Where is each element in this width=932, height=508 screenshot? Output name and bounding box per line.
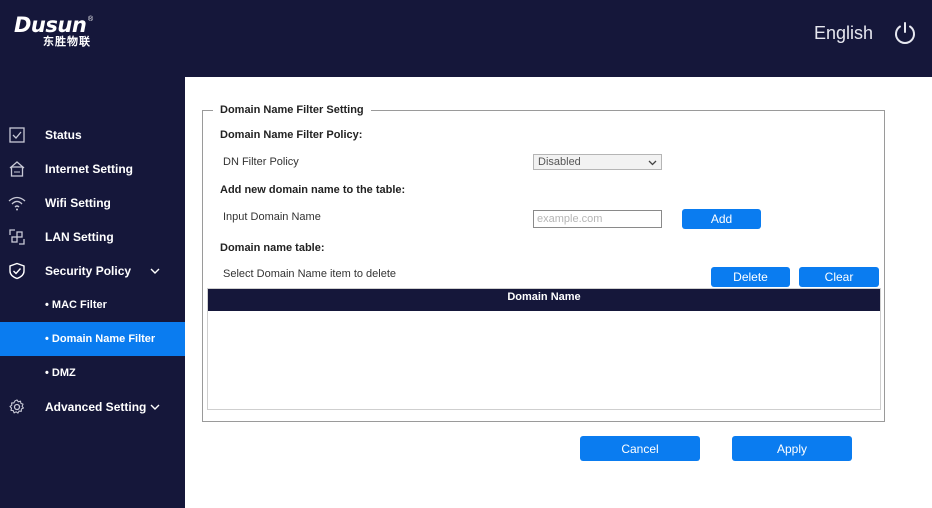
sidebar-item-security-policy[interactable]: Security Policy [0,254,185,288]
home-network-icon [9,161,25,177]
sidebar-subitem-mac-filter[interactable]: • MAC Filter [0,288,185,322]
wifi-icon [8,196,26,211]
sidebar-subitem-label: • MAC Filter [45,299,107,311]
sidebar-item-label: Wifi Setting [45,196,111,210]
sidebar-item-status[interactable]: Status [0,118,185,152]
sidebar-item-advanced-setting[interactable]: Advanced Setting [0,390,185,424]
policy-label: DN Filter Policy [223,156,299,168]
sidebar-item-label: Internet Setting [45,162,134,176]
select-value: Disabled [538,156,581,168]
chevron-down-icon [150,404,160,410]
apply-button[interactable]: Apply [732,436,852,461]
dn-filter-policy-select[interactable]: Disabled [533,154,662,170]
gear-icon [9,399,24,414]
sidebar-subitem-label: • Domain Name Filter [45,333,156,345]
sidebar-item-internet-setting[interactable]: Internet Setting [0,152,185,186]
table-header-domain-name: Domain Name [208,289,880,311]
chevron-down-icon [150,268,160,274]
brand-registered-mark: ® [88,16,94,23]
policy-section-title: Domain Name Filter Policy: [220,129,363,141]
sidebar-item-lan-setting[interactable]: LAN Setting [0,220,185,254]
sidebar-subitem-dmz[interactable]: • DMZ [0,356,185,390]
shield-check-icon [9,262,25,280]
sidebar-item-label: Advanced Setting [45,400,147,414]
sidebar-subitem-domain-name-filter[interactable]: • Domain Name Filter [0,322,185,356]
sidebar-item-label: Security Policy [45,264,132,278]
brand-logo: Dusun ® 东胜物联 [14,13,94,49]
brand-name: Dusun [14,13,87,37]
language-selector[interactable]: English [814,23,873,44]
sidebar: Status Internet Setting Wifi Setting LAN… [0,77,185,508]
input-domain-label: Input Domain Name [223,211,321,223]
domain-name-table: Domain Name [207,288,881,410]
sidebar-subitem-label: • DMZ [45,367,76,379]
delete-button[interactable]: Delete [711,267,790,287]
add-section-title: Add new domain name to the table: [220,184,406,196]
sidebar-item-label: LAN Setting [45,230,114,244]
fieldset-legend: Domain Name Filter Setting [213,104,371,116]
sidebar-item-label: Status [45,128,82,142]
power-icon[interactable] [893,21,917,45]
cancel-button[interactable]: Cancel [580,436,700,461]
brand-subtitle: 东胜物联 [43,36,91,48]
clear-button[interactable]: Clear [799,267,879,287]
table-section-title: Domain name table: [220,242,325,254]
lan-icon [9,229,25,245]
sidebar-item-wifi-setting[interactable]: Wifi Setting [0,186,185,220]
add-button[interactable]: Add [682,209,761,229]
table-hint: Select Domain Name item to delete [223,268,397,280]
chevron-down-icon [648,160,657,166]
domain-name-input[interactable] [533,210,662,228]
status-check-icon [9,127,25,143]
top-header: Dusun ® 东胜物联 English [0,0,932,77]
